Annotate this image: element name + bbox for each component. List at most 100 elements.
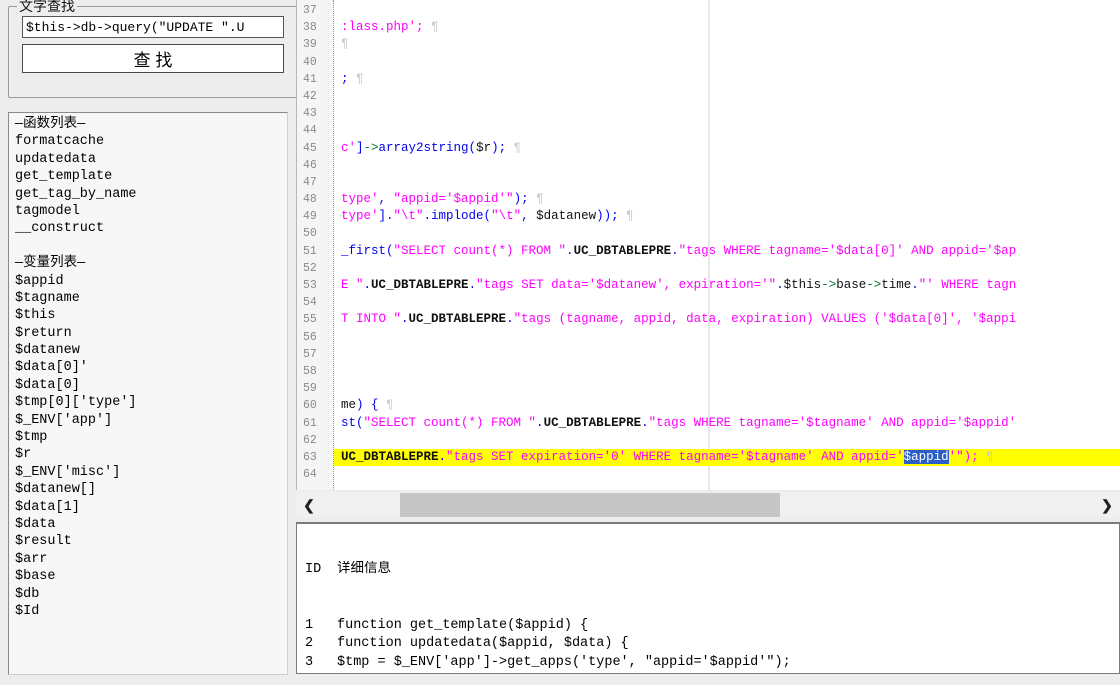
code-editor[interactable]: 37 38:lass.php'; ¶ 39 ¶ 40 41 ; ¶ 42 43 44 45 c']->… <box>296 0 1120 490</box>
line-number: 48 <box>303 193 317 207</box>
list-item[interactable]: $return <box>15 325 287 342</box>
scroll-left-icon[interactable]: ❮ <box>298 492 320 518</box>
code-line-38[interactable]: 38:lass.php'; ¶ <box>297 19 1120 36</box>
code-line-44[interactable]: 44 <box>297 122 1120 139</box>
list-item[interactable]: tagmodel <box>15 203 287 220</box>
code-line-58[interactable]: 58 <box>297 363 1120 380</box>
line-number: 45 <box>303 141 317 155</box>
code-line-39[interactable]: 39 ¶ <box>297 36 1120 53</box>
list-item[interactable]: $arr <box>15 551 287 568</box>
code-line-37[interactable]: 37 <box>297 2 1120 19</box>
list-item[interactable]: $tmp[0]['type'] <box>15 394 287 411</box>
code-line-40[interactable]: 40 <box>297 54 1120 71</box>
list-item[interactable]: $datanew <box>15 342 287 359</box>
line-text <box>334 54 1120 71</box>
find-button[interactable]: 查 找 <box>22 44 284 73</box>
code-line-46[interactable]: 46 <box>297 157 1120 174</box>
find-input[interactable] <box>22 16 284 38</box>
line-text <box>334 466 1120 483</box>
list-item[interactable]: $this <box>15 307 287 324</box>
list-item[interactable]: $data[1] <box>15 499 287 516</box>
line-number: 42 <box>303 89 317 103</box>
code-line-41[interactable]: 41 ; ¶ <box>297 71 1120 88</box>
line-number: 58 <box>303 364 317 378</box>
list-item[interactable]: $r <box>15 446 287 463</box>
code-line-43[interactable]: 43 <box>297 105 1120 122</box>
list-item[interactable]: $_ENV['app'] <box>15 412 287 429</box>
line-text <box>334 122 1120 139</box>
list-item[interactable]: $data[0] <box>15 377 287 394</box>
list-item[interactable]: $db <box>15 586 287 603</box>
detail-row-id: 4 <box>297 672 337 673</box>
list-item[interactable]: get_template <box>15 168 287 185</box>
line-number: 56 <box>303 330 317 344</box>
code-line-63[interactable]: 63 UC_DBTABLEPRE."tags SET expiration='0'… <box>297 448 1120 467</box>
detail-row-3[interactable]: 3 $tmp = $_ENV['app']->get_apps('type', "… <box>297 654 1119 673</box>
horizontal-scrollbar[interactable]: ❮ ❯ <box>296 492 1120 518</box>
line-number: 47 <box>303 175 317 189</box>
list-item[interactable]: __construct <box>15 220 287 237</box>
code-line-47[interactable]: 47 <box>297 174 1120 191</box>
list-item[interactable]: $datanew[] <box>15 481 287 498</box>
code-line-59[interactable]: 59 <box>297 380 1120 397</box>
line-number: 51 <box>303 244 317 258</box>
list-item[interactable]: $result <box>15 533 287 550</box>
code-line-61[interactable]: 61 st("SELECT count(*) FROM ".UC_DBTABLEP… <box>297 415 1120 432</box>
code-line-62[interactable]: 62 <box>297 432 1120 449</box>
symbol-list[interactable]: —函数列表— formatcache updatedata get_template g… <box>8 112 288 675</box>
details-rows: 1 function get_template($appid) {2 functio… <box>297 617 1119 674</box>
line-number: 50 <box>303 227 317 241</box>
code-line-51[interactable]: 51 _first("SELECT count(*) FROM ".UC_DBTA… <box>297 243 1120 260</box>
code-line-42[interactable]: 42 <box>297 88 1120 105</box>
line-number: 41 <box>303 72 317 86</box>
line-number: 49 <box>303 210 317 224</box>
code-line-54[interactable]: 54 <box>297 294 1120 311</box>
line-text: type']."\t".implode("\t", $datanew)); ¶ <box>341 209 634 224</box>
line-number: 37 <box>303 4 317 17</box>
scroll-right-icon[interactable]: ❯ <box>1096 492 1118 518</box>
scrollbar-thumb[interactable] <box>400 493 780 517</box>
code-line-55[interactable]: 55 T INTO ".UC_DBTABLEPRE."tags (tagname,… <box>297 311 1120 328</box>
code-line-60[interactable]: 60 me) { ¶ <box>297 397 1120 414</box>
line-text <box>334 2 1120 19</box>
line-number: 38 <box>303 21 317 35</box>
line-text: E ".UC_DBTABLEPRE."tags SET data='$datan… <box>341 278 1017 292</box>
list-item[interactable]: $data[0]' <box>15 359 287 376</box>
code-line-49[interactable]: 49 type']."\t".implode("\t", $datanew)); … <box>297 208 1120 225</box>
line-text <box>334 105 1120 122</box>
list-item[interactable]: $base <box>15 568 287 585</box>
list-item[interactable]: $Id <box>15 603 287 620</box>
list-item[interactable]: —函数列表— <box>15 116 287 133</box>
details-col-info: 详细信息 <box>337 562 391 577</box>
detail-row-4[interactable]: 4$return = $this->db->result_first("SELE… <box>297 672 1119 673</box>
line-number: 59 <box>303 382 317 396</box>
selected-text[interactable]: $appid <box>903 449 949 464</box>
line-number: 64 <box>303 468 317 482</box>
code-line-48[interactable]: 48 type', "appid='$appid'"); ¶ <box>297 191 1120 208</box>
line-text <box>334 329 1120 346</box>
detail-row-2[interactable]: 2 function updatedata($appid, $data) { <box>297 635 1119 654</box>
code-line-53[interactable]: 53 E ".UC_DBTABLEPRE."tags SET data='$dat… <box>297 277 1120 294</box>
code-line-57[interactable]: 57 <box>297 346 1120 363</box>
code-line-56[interactable]: 56 <box>297 329 1120 346</box>
list-item[interactable]: $_ENV['misc'] <box>15 464 287 481</box>
code-line-45[interactable]: 45 c']->array2string($r); ¶ <box>297 140 1120 157</box>
code-line-52[interactable]: 52 <box>297 260 1120 277</box>
detail-row-1[interactable]: 1 function get_template($appid) { <box>297 617 1119 636</box>
list-item[interactable]: $tmp <box>15 429 287 446</box>
list-item[interactable]: formatcache <box>15 133 287 150</box>
list-item[interactable]: $tagname <box>15 290 287 307</box>
text-find-group-title: 文字查找 <box>19 0 75 14</box>
line-text <box>334 174 1120 191</box>
code-line-64[interactable]: 64 <box>297 466 1120 483</box>
line-text <box>334 225 1120 242</box>
detail-row-info: $return = $this->db->result_first("SELEC… <box>337 672 1119 673</box>
list-item[interactable]: updatedata <box>15 151 287 168</box>
code-line-50[interactable]: 50 <box>297 225 1120 242</box>
list-item[interactable]: $data <box>15 516 287 533</box>
list-item[interactable]: get_tag_by_name <box>15 186 287 203</box>
list-item[interactable]: —变量列表— <box>15 255 287 272</box>
list-item[interactable]: $appid <box>15 273 287 290</box>
app-window: 文字查找 查 找 —函数列表—formatcacheupdatedataget_… <box>0 0 1120 685</box>
list-item[interactable] <box>15 238 287 255</box>
